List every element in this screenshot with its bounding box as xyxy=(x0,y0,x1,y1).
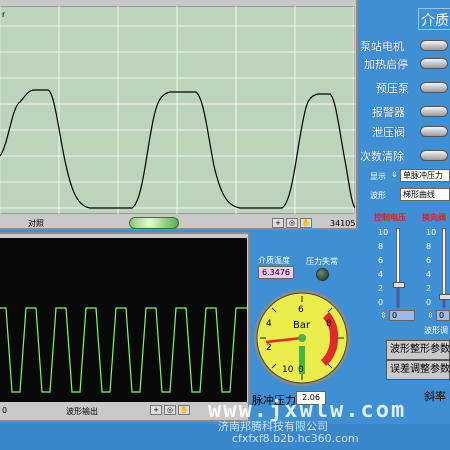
waveform-label: 波形 xyxy=(370,191,386,200)
top-graph-cursor-knob[interactable] xyxy=(129,217,179,229)
pressure-gauge: Bar 0 2 4 6 8 10 xyxy=(254,290,350,386)
svg-text:10: 10 xyxy=(282,365,294,375)
top-graph-bottom-label: 对照 xyxy=(28,219,44,228)
top-graph-right-value: 34105 xyxy=(330,219,356,228)
waveform-adjust-label: 波形调 xyxy=(424,326,448,335)
error-adjust-params-button[interactable]: 误差调整参数 xyxy=(386,360,450,380)
alarm-toggle[interactable] xyxy=(420,106,448,117)
wave-shaping-params-button[interactable]: 波形整形参数 xyxy=(386,340,450,360)
gauge-unit: Bar xyxy=(293,320,311,331)
bottom-zoom-mag-icon[interactable]: ◎ xyxy=(164,405,176,415)
bottom-hand-icon[interactable]: ✋ xyxy=(178,405,190,415)
control-voltage-value[interactable]: 0 xyxy=(389,310,415,321)
slider-left-ticks: 10 8 6 4 2 0 xyxy=(378,228,389,307)
control-voltage-label: 控制电压 xyxy=(374,213,406,222)
reverse-valve-slider-thumb[interactable] xyxy=(439,294,450,300)
reverse-valve-label: 换向阀 xyxy=(422,213,446,222)
btn-label-pump-motor: 泵站电机 xyxy=(360,40,404,53)
top-hand-icon[interactable]: ✋ xyxy=(300,218,312,228)
svg-text:6: 6 xyxy=(298,305,304,315)
btn-label-count-clear: 次数清除 xyxy=(360,150,404,163)
slider-right-ticks: 10 8 6 4 2 0 xyxy=(426,228,437,307)
medium-temp-label: 介质温度 xyxy=(258,256,290,265)
slope-label: 斜率 xyxy=(424,390,446,403)
bottom-zoom-icon[interactable]: + xyxy=(150,405,162,415)
btn-label-prepump: 预压泵 xyxy=(376,82,409,95)
svg-text:2: 2 xyxy=(266,343,272,353)
display-selector-arrow-icon[interactable]: ⇕ xyxy=(391,170,398,179)
bottom-graph-left-value: 0 xyxy=(2,406,8,415)
pressure-loss-led xyxy=(316,268,329,281)
svg-text:8: 8 xyxy=(326,319,332,329)
btn-label-relief-valve: 泄压阀 xyxy=(372,126,405,139)
control-voltage-slider-thumb[interactable] xyxy=(393,282,405,288)
reverse-valve-value[interactable]: 0 xyxy=(436,310,450,321)
slider-left-spin-icon[interactable]: ⇕ xyxy=(380,311,387,320)
heating-toggle[interactable] xyxy=(420,58,448,69)
top-zoom-mag-icon[interactable]: ◎ xyxy=(286,218,298,228)
display-label: 显示 xyxy=(370,172,386,181)
top-zoom-icon[interactable]: + xyxy=(272,218,284,228)
watermark-site: cfxfxf8.b2b.hc360.com xyxy=(232,432,359,445)
count-clear-toggle[interactable] xyxy=(420,150,448,161)
bottom-graph-bottom-label: 波形输出 xyxy=(66,407,98,416)
right-panel-header: 介质 xyxy=(421,13,449,29)
btn-label-alarm: 报警器 xyxy=(372,106,405,119)
slider-right-spin-icon[interactable]: ⇕ xyxy=(427,311,434,320)
bottom-graph-plot xyxy=(0,238,247,402)
prepump-toggle[interactable] xyxy=(420,82,448,93)
pressure-loss-label: 压力失常 xyxy=(306,257,338,266)
relief-valve-toggle[interactable] xyxy=(420,126,448,137)
display-select[interactable]: 单脉冲压力 xyxy=(400,169,450,182)
pump-motor-toggle[interactable] xyxy=(420,40,448,51)
btn-label-heating: 加热启停 xyxy=(364,58,408,71)
medium-temp-display: 6.3476 xyxy=(258,266,294,279)
svg-text:4: 4 xyxy=(266,319,272,329)
waveform-select[interactable]: 梯形曲线 xyxy=(400,188,450,201)
top-graph-plot: r xyxy=(0,6,355,214)
svg-text:0: 0 xyxy=(298,365,304,375)
